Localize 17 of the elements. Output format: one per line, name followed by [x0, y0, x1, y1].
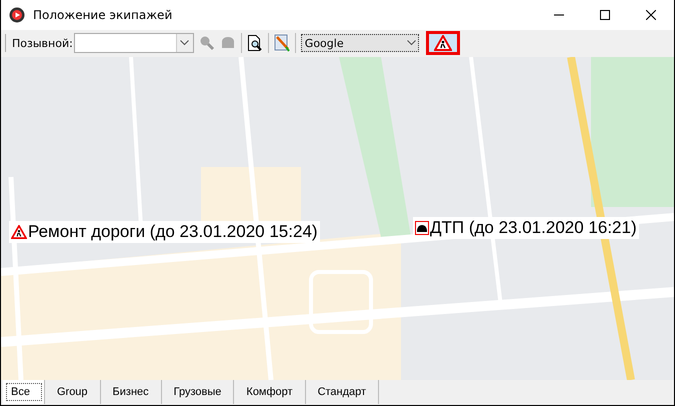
map-provider-dropdown[interactable]: Google	[300, 34, 419, 52]
incident-text: Ремонт дороги (до 23.01.2020 15:24)	[28, 222, 318, 242]
page-preview-icon[interactable]	[246, 34, 263, 52]
chevron-down-icon	[180, 40, 190, 46]
road-works-toggle[interactable]	[426, 31, 460, 55]
pencil-icon[interactable]	[274, 34, 290, 52]
maximize-icon	[600, 10, 610, 20]
callsign-label: Позывной:	[12, 36, 73, 50]
app-icon	[9, 7, 25, 23]
incident-text: ДТП (до 23.01.2020 16:21)	[430, 218, 637, 238]
callsign-combobox[interactable]	[74, 33, 194, 53]
road-works-icon	[434, 35, 452, 51]
tab[interactable]: Все	[3, 380, 45, 404]
chevron-down-icon	[406, 40, 416, 46]
window-title: Положение экипажей	[33, 8, 172, 22]
search-icon[interactable]	[198, 35, 215, 51]
close-icon	[646, 10, 656, 20]
